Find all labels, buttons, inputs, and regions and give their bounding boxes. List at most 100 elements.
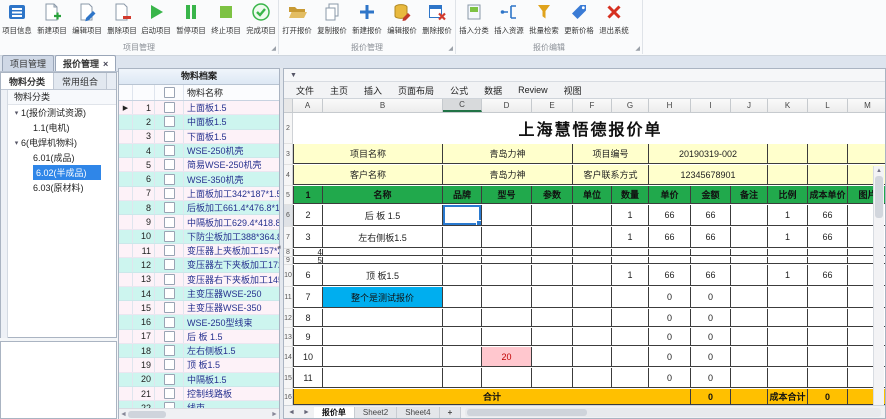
edit-project-button[interactable]: 编辑项目 (70, 0, 105, 36)
row-checkbox[interactable] (163, 330, 175, 342)
cost-total-value[interactable]: 0 (808, 389, 848, 405)
row-header[interactable]: 11 (284, 287, 293, 309)
grid-cell[interactable] (612, 368, 649, 388)
scroll-left-icon[interactable]: ◄ (119, 411, 128, 418)
info-label[interactable]: 项目编号 (573, 144, 649, 164)
collapsed-row-cell[interactable] (612, 257, 649, 264)
grid-cell[interactable] (768, 347, 808, 367)
grid-cell[interactable]: 0 (649, 287, 691, 308)
grid-cell[interactable] (573, 227, 612, 248)
grid-cell[interactable]: 2 (293, 205, 323, 226)
header-cell[interactable]: 备注 (731, 186, 768, 204)
tree-item[interactable]: ▾ 1(报价测试资源) (8, 105, 116, 120)
menu-item[interactable]: 公式 (442, 84, 476, 97)
row-header[interactable]: 2 (284, 113, 293, 144)
table-row[interactable]: 2 中面板1.5 (119, 115, 279, 130)
scroll-up-icon[interactable]: ▲ (876, 166, 882, 176)
grid-cell[interactable] (482, 287, 532, 308)
grid-cell[interactable] (808, 368, 848, 388)
row-header[interactable]: 8 (284, 249, 293, 257)
sheet-tab[interactable]: Sheet4 (397, 406, 440, 418)
grid-cell[interactable]: 11 (293, 368, 323, 388)
batch-search-button[interactable]: 批量检索 (526, 0, 561, 36)
column-header[interactable]: H (649, 99, 691, 112)
row-checkbox[interactable] (163, 316, 175, 328)
grid-cell[interactable] (573, 309, 612, 327)
grid-cell[interactable]: 66 (691, 205, 731, 226)
grid-cell[interactable] (612, 309, 649, 327)
grid-cell[interactable] (323, 328, 443, 346)
row-header[interactable]: 16 (284, 389, 293, 406)
collapsed-row-cell[interactable] (691, 257, 731, 264)
sheet-hscrollbar[interactable] (465, 407, 881, 417)
grid-cell[interactable]: 66 (808, 227, 848, 248)
row-checkbox[interactable] (163, 130, 175, 142)
collapsed-row-cell[interactable] (691, 249, 731, 256)
grid-cell[interactable] (731, 309, 768, 327)
grid-cell[interactable]: 3 (293, 227, 323, 248)
row-header[interactable]: 3 (284, 144, 293, 165)
table-row[interactable]: 17 后 板 1.5 (119, 329, 279, 345)
column-header[interactable]: F (573, 99, 612, 112)
info-blank[interactable] (808, 165, 848, 185)
grid-cell[interactable] (482, 227, 532, 248)
table-row[interactable]: 11 变压器上夹板加工157*22 (119, 243, 279, 259)
grid-cell[interactable]: 66 (649, 265, 691, 286)
table-row[interactable]: 6 WSE-350机壳 (119, 172, 279, 187)
collapsed-row-cell[interactable] (443, 249, 482, 256)
table-row[interactable]: 19 顶 板1.5 (119, 358, 279, 373)
row-checkbox[interactable] (163, 345, 175, 357)
vscroll-thumb[interactable] (875, 176, 883, 218)
total-amount[interactable]: 0 (691, 389, 731, 405)
doc-tab-active[interactable]: 报价管理 × (55, 55, 117, 71)
table-row[interactable]: ▶ 1 上面板1.5 (119, 101, 279, 116)
edit-quote-button[interactable]: 编辑报价 (384, 0, 419, 36)
menu-item[interactable]: 数据 (476, 84, 510, 97)
collapsed-row-cell[interactable] (573, 249, 612, 256)
grid-cell[interactable] (573, 328, 612, 346)
selected-cell[interactable] (443, 205, 482, 226)
grid-cell[interactable]: 0 (649, 309, 691, 327)
grid-cell[interactable]: 0 (649, 368, 691, 388)
copy-quote-button[interactable]: 复制报价 (314, 0, 349, 36)
grid-cell[interactable]: 0 (649, 328, 691, 346)
stop-project-button[interactable]: 终止项目 (209, 0, 244, 36)
group-dialog-launcher-icon[interactable]: ◢ (271, 45, 276, 52)
sheet-nav-right-icon[interactable]: ► (299, 409, 314, 416)
grid-cell[interactable] (532, 227, 573, 248)
delete-quote-button[interactable]: 删除报价 (419, 0, 454, 36)
table-row[interactable]: 3 下面板1.5 (119, 129, 279, 144)
insert-resource-button[interactable]: 插入资源 (491, 0, 526, 36)
column-header[interactable]: B (323, 99, 443, 112)
row-checkbox[interactable] (163, 187, 175, 199)
info-label[interactable]: 客户名称 (293, 165, 443, 185)
grid-cell[interactable]: 0 (691, 287, 731, 308)
info-label[interactable]: 客户联系方式 (573, 165, 649, 185)
column-header[interactable]: I (691, 99, 731, 112)
group-dialog-launcher-icon[interactable]: ◢ (448, 45, 453, 52)
collapsed-row-cell[interactable] (731, 249, 768, 256)
row-checkbox[interactable] (163, 259, 175, 271)
row-header[interactable]: 10 (284, 265, 293, 287)
table-row[interactable]: 15 主变压器WSE-350 (119, 301, 279, 316)
info-value[interactable]: 20190319-002 (649, 144, 768, 164)
row-header[interactable]: 7 (284, 227, 293, 249)
grid-cell[interactable] (532, 309, 573, 327)
info-blank[interactable] (848, 144, 885, 164)
menu-item[interactable]: 视图 (556, 84, 590, 97)
cost-total-label[interactable]: 成本合计 (768, 389, 808, 405)
grid-cell[interactable] (768, 287, 808, 308)
grid-cell[interactable]: 66 (691, 265, 731, 286)
sheet-tab[interactable]: 报价单 (313, 406, 355, 418)
select-all-corner[interactable] (284, 99, 293, 112)
grid-cell[interactable]: 7 (293, 287, 323, 308)
grid-cell[interactable] (731, 368, 768, 388)
grid-cell[interactable] (768, 328, 808, 346)
row-checkbox[interactable] (163, 273, 175, 285)
grid-cell[interactable]: 0 (649, 347, 691, 367)
row-checkbox[interactable] (163, 373, 175, 385)
close-icon[interactable]: × (103, 59, 108, 69)
row-header[interactable]: 14 (284, 347, 293, 368)
grid-cell[interactable] (443, 309, 482, 327)
grid-cell[interactable]: 9 (293, 328, 323, 346)
